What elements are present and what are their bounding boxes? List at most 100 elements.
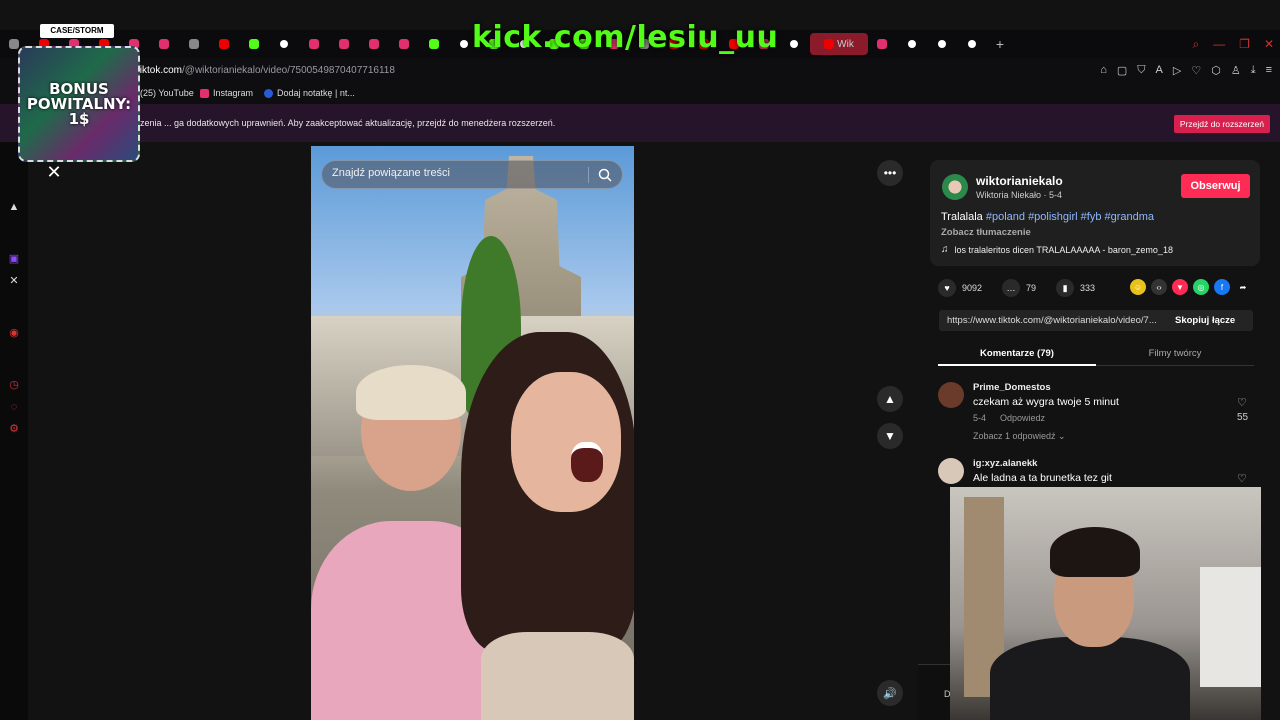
twitch-icon[interactable]: ▣ xyxy=(7,252,21,266)
browser-tab[interactable] xyxy=(210,33,240,55)
search-icon[interactable] xyxy=(598,168,612,182)
search-input[interactable] xyxy=(332,167,582,179)
coin-icon[interactable]: ☺ xyxy=(1130,279,1146,295)
next-video-button[interactable]: ▼ xyxy=(877,423,903,449)
address-bar[interactable]: tiktok.com/@wiktorianiekalo/video/750054… xyxy=(0,58,1280,82)
streamer-body xyxy=(990,637,1190,720)
volume-button[interactable]: 🔊 xyxy=(877,680,903,706)
creator-avatar[interactable] xyxy=(942,174,968,200)
profile-icon[interactable]: ♙ xyxy=(1231,64,1241,77)
see-translation-link[interactable]: Zobacz tłumaczenie xyxy=(941,227,1031,238)
bookmark-instagram[interactable]: Instagram xyxy=(200,88,253,98)
browser-tab[interactable] xyxy=(868,33,898,55)
hashtag-link[interactable]: #polishgirl xyxy=(1028,211,1078,223)
browser-tab[interactable] xyxy=(780,33,810,55)
comment-stat[interactable]: … 79 xyxy=(1002,279,1036,297)
engagement-stats: ♥ 9092 … 79 ▮ 333 xyxy=(938,278,1115,298)
browser-tab[interactable] xyxy=(240,33,270,55)
browser-tab[interactable] xyxy=(420,33,450,55)
messenger-icon[interactable]: ◌ xyxy=(7,400,21,414)
tiktok-favicon xyxy=(907,40,916,48)
previous-video-button[interactable]: ▲ xyxy=(877,386,903,412)
shield-icon[interactable]: ⛉ xyxy=(1137,64,1145,77)
browser-tab[interactable] xyxy=(330,33,360,55)
hashtag-link[interactable]: #poland xyxy=(986,211,1025,223)
browser-tab[interactable] xyxy=(360,33,390,55)
kick-channel-overlay: kick.com/lesiu_uu xyxy=(472,20,779,55)
caption-text: Tralalala xyxy=(941,211,983,223)
related-search-box[interactable] xyxy=(321,160,623,189)
browser-tab[interactable] xyxy=(300,33,330,55)
like-count: 9092 xyxy=(962,283,983,293)
share-link[interactable]: https://www.tiktok.com/@wiktorianiekalo/… xyxy=(947,315,1177,326)
reply-button[interactable]: Odpowiedz xyxy=(1000,413,1045,423)
banner-text: zenia ... ga dodatkowych uprawnień. Aby … xyxy=(140,118,556,128)
play-icon[interactable]: ▷ xyxy=(1173,64,1181,77)
download-icon[interactable]: ⤓ xyxy=(1251,64,1256,77)
close-window-icon[interactable]: ✕ xyxy=(1264,37,1274,51)
whatsapp-icon[interactable]: ◎ xyxy=(1193,279,1209,295)
save-stat[interactable]: ▮ 333 xyxy=(1056,279,1095,297)
browser-tab[interactable] xyxy=(150,33,180,55)
facebook-icon[interactable]: f xyxy=(1214,279,1230,295)
commenter-username[interactable]: Prime_Domestos xyxy=(973,382,1051,393)
history-icon[interactable]: ◷ xyxy=(7,378,21,392)
translate-icon[interactable]: A xyxy=(1156,64,1163,77)
music-info[interactable]: ♫ los tralaleritos dicen TRALALAAAAA - b… xyxy=(941,244,1173,255)
browser-tab[interactable] xyxy=(898,33,928,55)
url-text[interactable]: tiktok.com/@wiktorianiekalo/video/750054… xyxy=(137,65,395,76)
browser-tab-active[interactable]: Wik xyxy=(810,33,868,55)
embed-icon[interactable]: ‹› xyxy=(1151,279,1167,295)
video-player[interactable] xyxy=(311,146,634,720)
search-tabs-icon[interactable]: ⌕ xyxy=(1192,37,1199,52)
commenter-username[interactable]: ig:xyz.alanekk xyxy=(973,458,1037,469)
hashtag-link[interactable]: #fyb xyxy=(1081,211,1102,223)
extensions-icon[interactable]: ⬡ xyxy=(1211,64,1221,77)
tab-comments[interactable]: Komentarze (79) xyxy=(938,342,1096,366)
browser-tab[interactable] xyxy=(270,33,300,55)
more-options-button[interactable]: ••• xyxy=(877,160,903,186)
aria-icon[interactable]: ▲ xyxy=(7,200,21,214)
like-stat[interactable]: ♥ 9092 xyxy=(938,279,982,297)
menu-icon[interactable]: ≡ xyxy=(1266,64,1272,77)
comment-input-strip[interactable]: D xyxy=(918,664,951,720)
kick-favicon xyxy=(428,39,439,49)
player-icon[interactable]: ◉ xyxy=(7,326,21,340)
hashtag-link[interactable]: #grandma xyxy=(1105,211,1155,223)
commenter-avatar[interactable] xyxy=(938,382,964,408)
webcam-shelf xyxy=(1200,567,1261,687)
browser-tab[interactable] xyxy=(180,33,210,55)
heart-icon[interactable]: ♡ xyxy=(1191,64,1201,77)
bookmark-notatka[interactable]: Dodaj notatkę | nt... xyxy=(264,88,355,98)
x-icon[interactable]: ✕ xyxy=(7,274,21,288)
browser-tab[interactable] xyxy=(958,33,988,55)
bookmark-youtube[interactable]: (25) YouTube xyxy=(140,88,194,98)
minimize-icon[interactable]: — xyxy=(1213,37,1225,51)
follow-button[interactable]: Obserwuj xyxy=(1181,174,1250,198)
new-tab-button[interactable]: + xyxy=(988,36,1012,52)
comment-like-icon[interactable]: ♡ xyxy=(1237,396,1247,409)
send-icon[interactable]: ▼ xyxy=(1172,279,1188,295)
go-to-extensions-button[interactable]: Przejdź do rozszerzeń xyxy=(1173,115,1270,133)
view-replies-button[interactable]: Zobacz 1 odpowiedź ⌄ xyxy=(973,431,1066,442)
creator-username[interactable]: wiktorianiekalo xyxy=(976,174,1063,188)
comment-like-count: 55 xyxy=(1237,412,1249,423)
tiktok-favicon xyxy=(937,40,946,48)
share-arrow-icon[interactable]: ➦ xyxy=(1235,279,1251,295)
tab-creator-videos[interactable]: Filmy twórcy xyxy=(1096,342,1254,366)
url-domain: tiktok.com xyxy=(137,64,183,76)
browser-tab[interactable] xyxy=(928,33,958,55)
commenter-avatar[interactable] xyxy=(938,458,964,484)
save-count: 333 xyxy=(1080,283,1096,293)
bookmark-icon[interactable]: ⌂ xyxy=(1100,64,1107,77)
creator-card: wiktorianiekalo Wiktoria Niekało · 5-4 O… xyxy=(930,160,1260,266)
comment-like-icon[interactable]: ♡ xyxy=(1237,472,1247,485)
share-link-box: https://www.tiktok.com/@wiktorianiekalo/… xyxy=(939,310,1253,331)
maximize-icon[interactable]: ❐ xyxy=(1239,37,1250,51)
browser-tab[interactable] xyxy=(390,33,420,55)
copy-link-button[interactable]: Skopiuj łącze xyxy=(1175,310,1235,331)
comment-text: Ale ladna a ta brunetka tez git xyxy=(973,472,1112,484)
girl-body xyxy=(481,632,634,720)
screenshot-icon[interactable]: ▢ xyxy=(1117,64,1127,77)
settings-icon[interactable]: ⚙ xyxy=(7,422,21,436)
